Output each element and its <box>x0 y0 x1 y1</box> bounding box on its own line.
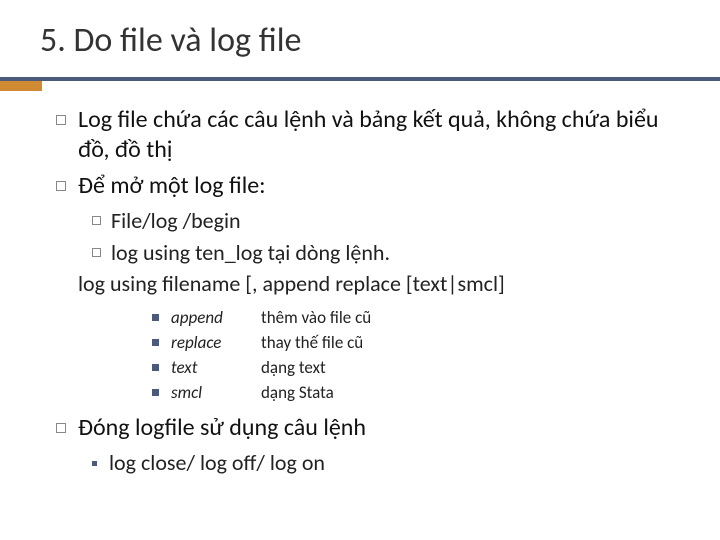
option-term: append <box>171 307 261 328</box>
filled-square-icon <box>152 364 159 371</box>
page-title: 5. Do file và log file <box>40 20 720 61</box>
list-item: replace thay thế file cũ <box>152 332 680 353</box>
option-list: append thêm vào file cũ replace thay thế… <box>152 307 680 403</box>
list-item: append thêm vào file cũ <box>152 307 680 328</box>
list-item: log using ten_log tại dòng lệnh. <box>92 239 680 267</box>
bullet-list: Đóng logfile sử dụng câu lệnh <box>56 413 680 443</box>
list-item: Để mở một log file: <box>56 171 680 201</box>
sub-text: File/log /begin <box>111 207 241 235</box>
content: Log file chứa các câu lệnh và bảng kết q… <box>0 91 720 476</box>
option-desc: thay thế file cũ <box>261 332 363 353</box>
bullet-text: Để mở một log file: <box>78 171 266 201</box>
list-item: Đóng logfile sử dụng câu lệnh <box>56 413 680 443</box>
divider-bottom-row <box>0 81 720 91</box>
list-item: Log file chứa các câu lệnh và bảng kết q… <box>56 105 680 165</box>
divider-spacer <box>42 81 720 91</box>
list-item: smcl dạng Stata <box>152 382 680 403</box>
option-desc: thêm vào file cũ <box>261 307 371 328</box>
list-item: log close/ log off/ log on <box>92 449 680 476</box>
square-bullet-icon <box>56 423 66 433</box>
option-desc: dạng text <box>261 357 326 378</box>
list-item: File/log /begin <box>92 207 680 235</box>
bullet-list: Log file chứa các câu lệnh và bảng kết q… <box>56 105 680 201</box>
square-bullet-icon <box>92 216 101 225</box>
option-term: replace <box>171 332 261 353</box>
bullet-text: Đóng logfile sử dụng câu lệnh <box>78 413 366 443</box>
close-list: log close/ log off/ log on <box>92 449 680 476</box>
title-wrap: 5. Do file và log file <box>0 20 720 61</box>
list-item: text dạng text <box>152 357 680 378</box>
bullet-text: Log file chứa các câu lệnh và bảng kết q… <box>78 105 680 165</box>
accent-block <box>0 81 42 91</box>
close-text: log close/ log off/ log on <box>109 449 325 476</box>
divider <box>0 77 720 91</box>
syntax-line: log using filename [, append replace [te… <box>78 270 680 297</box>
option-term: text <box>171 357 261 378</box>
square-bullet-icon <box>56 115 66 125</box>
sub-text: log using ten_log tại dòng lệnh. <box>111 239 390 267</box>
filled-square-icon <box>152 314 159 321</box>
dot-icon <box>92 461 97 466</box>
square-bullet-icon <box>56 181 66 191</box>
option-term: smcl <box>171 382 261 403</box>
sub-list: File/log /begin log using ten_log tại dò… <box>92 207 680 266</box>
filled-square-icon <box>152 339 159 346</box>
filled-square-icon <box>152 389 159 396</box>
square-bullet-icon <box>92 248 101 257</box>
slide: 5. Do file và log file Log file chứa các… <box>0 0 720 540</box>
option-desc: dạng Stata <box>261 382 334 403</box>
